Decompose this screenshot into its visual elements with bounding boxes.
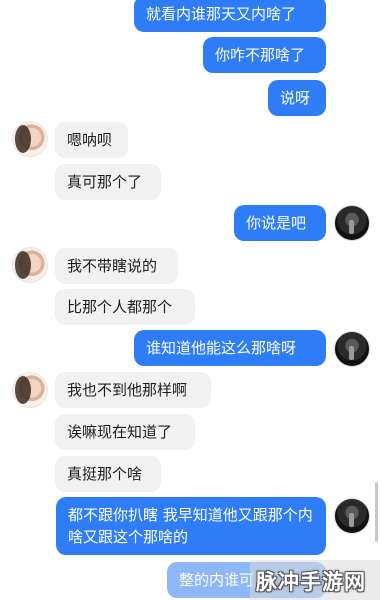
message-bubble-outgoing[interactable]: 就看内谁那天又内啥了 <box>134 0 326 32</box>
message-bubble-outgoing[interactable]: 你说是吧 <box>234 205 326 241</box>
self-avatar[interactable] <box>334 331 370 367</box>
chat-screen: 就看内谁那天又内啥了 你咋不那啥了 说呀 嗯呐呗 真可那个了 你说是吧 我不带瞎… <box>0 0 380 600</box>
message-bubble-incoming[interactable]: 我不带瞎说的 <box>55 248 178 284</box>
message-bubble-incoming[interactable]: 我也不到他那样啊 <box>55 372 211 408</box>
message-bubble-outgoing[interactable]: 谁知道他能这么那啥呀 <box>134 330 326 366</box>
watermark-logo: 脉冲手游网 <box>256 570 366 594</box>
message-bubble-incoming[interactable]: 真可那个了 <box>55 164 161 200</box>
message-bubble-outgoing[interactable]: 都不跟你扒瞎 我早知道他又跟那个内啥又跟这个那啥的 <box>56 497 326 555</box>
message-bubble-incoming[interactable]: 比那个人都那个 <box>55 289 195 325</box>
message-bubble-incoming[interactable]: 诶嘛现在知道了 <box>55 414 195 450</box>
message-bubble-incoming[interactable]: 嗯呐呗 <box>55 122 128 158</box>
self-avatar[interactable] <box>334 205 370 241</box>
message-bubble-incoming[interactable]: 真挺那个啥 <box>55 456 161 492</box>
message-bubble-outgoing[interactable]: 你咋不那啥了 <box>203 37 326 73</box>
self-avatar[interactable] <box>334 498 370 534</box>
contact-avatar[interactable] <box>12 372 48 408</box>
contact-avatar[interactable] <box>12 121 48 157</box>
message-bubble-outgoing[interactable]: 说呀 <box>268 80 326 116</box>
contact-avatar[interactable] <box>12 247 48 283</box>
scrollbar[interactable] <box>375 482 378 542</box>
